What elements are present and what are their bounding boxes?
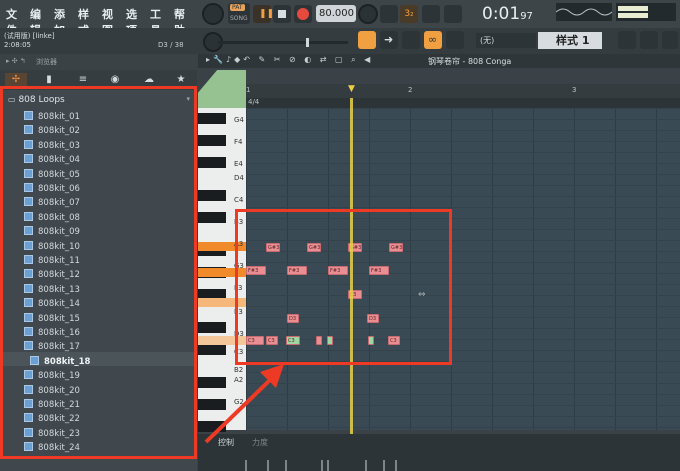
- pattern-add-button[interactable]: [640, 31, 658, 49]
- pattern-tools-button[interactable]: [618, 31, 636, 49]
- pattern-select[interactable]: 样式 1: [538, 32, 602, 49]
- key-label: D4: [234, 174, 244, 182]
- playhead-marker-icon[interactable]: ▼: [348, 84, 355, 94]
- stop-icon: [278, 10, 286, 18]
- top-toolbar: 文件 编辑 添加 样式 视图 选项 工具 帮助 PAT SONG ❚❚ 80.0…: [0, 0, 680, 37]
- tab-all[interactable]: ✢: [5, 73, 27, 87]
- highlight-arrow-icon: [204, 364, 284, 444]
- pat-song-switch[interactable]: PAT SONG: [228, 3, 250, 24]
- metronome-icon[interactable]: [358, 4, 378, 24]
- bar-2-label: 2: [408, 86, 413, 94]
- highlight-browser-box: [0, 86, 197, 459]
- piano-roll-corner: [198, 70, 246, 108]
- pause-button[interactable]: ❚❚: [253, 5, 275, 23]
- bar-3-label: 3: [572, 86, 577, 94]
- expand-icon[interactable]: ▸ ✣ ↰: [6, 57, 26, 65]
- time-frac: 97: [520, 11, 533, 22]
- browser-title: 浏览器: [36, 58, 57, 66]
- countdown-button[interactable]: 3₂: [400, 5, 418, 23]
- snap-magnet-button[interactable]: [402, 31, 420, 49]
- black-key[interactable]: [198, 190, 226, 201]
- cpu-meter: [616, 3, 676, 21]
- key-label: G4: [234, 116, 244, 124]
- cloud-icon: ☁: [144, 74, 154, 85]
- record-button[interactable]: [294, 5, 312, 23]
- black-key[interactable]: [198, 212, 226, 223]
- highlight-notes-box: [235, 209, 452, 365]
- black-key[interactable]: [198, 135, 226, 146]
- black-key[interactable]: [198, 322, 226, 333]
- timeline-ruler[interactable]: 1 2 3 ▼: [246, 84, 680, 98]
- pat-label: PAT: [230, 4, 245, 11]
- plug-icon: ≡: [78, 74, 88, 85]
- key-label: C4: [234, 196, 244, 204]
- piano-roll-title: 钢琴卷帘 - 808 Conga: [428, 57, 512, 66]
- project-time: 2:08:05: [4, 41, 31, 49]
- blend-button[interactable]: [444, 5, 462, 23]
- black-key[interactable]: [198, 344, 226, 355]
- piano-roll-button[interactable]: [358, 31, 376, 49]
- tab-cloud[interactable]: ☁: [138, 73, 160, 87]
- link-icon: ∞: [428, 33, 438, 46]
- pause-icon: ❚❚: [259, 9, 275, 19]
- wait-input-button[interactable]: [380, 5, 398, 23]
- project-position: D3 / 38: [158, 41, 184, 49]
- arrow-right-icon: ➜: [384, 33, 394, 46]
- oscilloscope: [555, 3, 613, 21]
- star-icon: ★: [176, 74, 186, 85]
- tab-projects[interactable]: ◉: [104, 73, 126, 87]
- link-button[interactable]: ∞: [424, 31, 442, 49]
- piano-roll-tools-icon[interactable]: ▸🔧♪◆↶ ✎ ✂ ⊘ ◐ ⇄ ▢ ⌕ ◀: [206, 55, 373, 65]
- key-label: E4: [234, 160, 243, 168]
- project-title: (试用版) [linke]: [4, 32, 55, 40]
- black-key[interactable]: [198, 157, 226, 168]
- song-label: SONG: [230, 15, 248, 22]
- master-volume-knob[interactable]: [202, 3, 224, 25]
- file-icon: ▮: [46, 74, 52, 85]
- wave-icon: [555, 8, 613, 16]
- stop-button[interactable]: [273, 5, 291, 23]
- black-key[interactable]: [198, 113, 226, 124]
- time-signature-bar: 4/4: [246, 98, 680, 108]
- tab-favorites[interactable]: ★: [170, 73, 192, 87]
- bar-1-label: 1: [246, 86, 251, 94]
- pattern-menu-button[interactable]: [662, 31, 678, 49]
- disc-icon: ◉: [110, 74, 120, 85]
- tab-plugins[interactable]: ≡: [72, 73, 94, 87]
- time-display: 0:0197: [482, 3, 552, 25]
- step-edit-button[interactable]: [422, 5, 440, 23]
- time-signature: 4/4: [248, 98, 260, 106]
- time-main: 0:01: [482, 4, 521, 24]
- snap-select[interactable]: (无): [476, 33, 536, 48]
- tab-files[interactable]: ▮: [38, 73, 60, 87]
- browser-header: ▸ ✣ ↰ 浏览器: [0, 54, 197, 70]
- key-label: F4: [234, 138, 243, 146]
- record-icon: [297, 8, 309, 20]
- hat-button[interactable]: [446, 31, 464, 49]
- tempo-display[interactable]: 80.000: [316, 5, 356, 22]
- master-pitch-slider[interactable]: [218, 38, 348, 47]
- plus-icon: ✢: [11, 74, 21, 85]
- arrow-tool-button[interactable]: ➜: [380, 31, 398, 49]
